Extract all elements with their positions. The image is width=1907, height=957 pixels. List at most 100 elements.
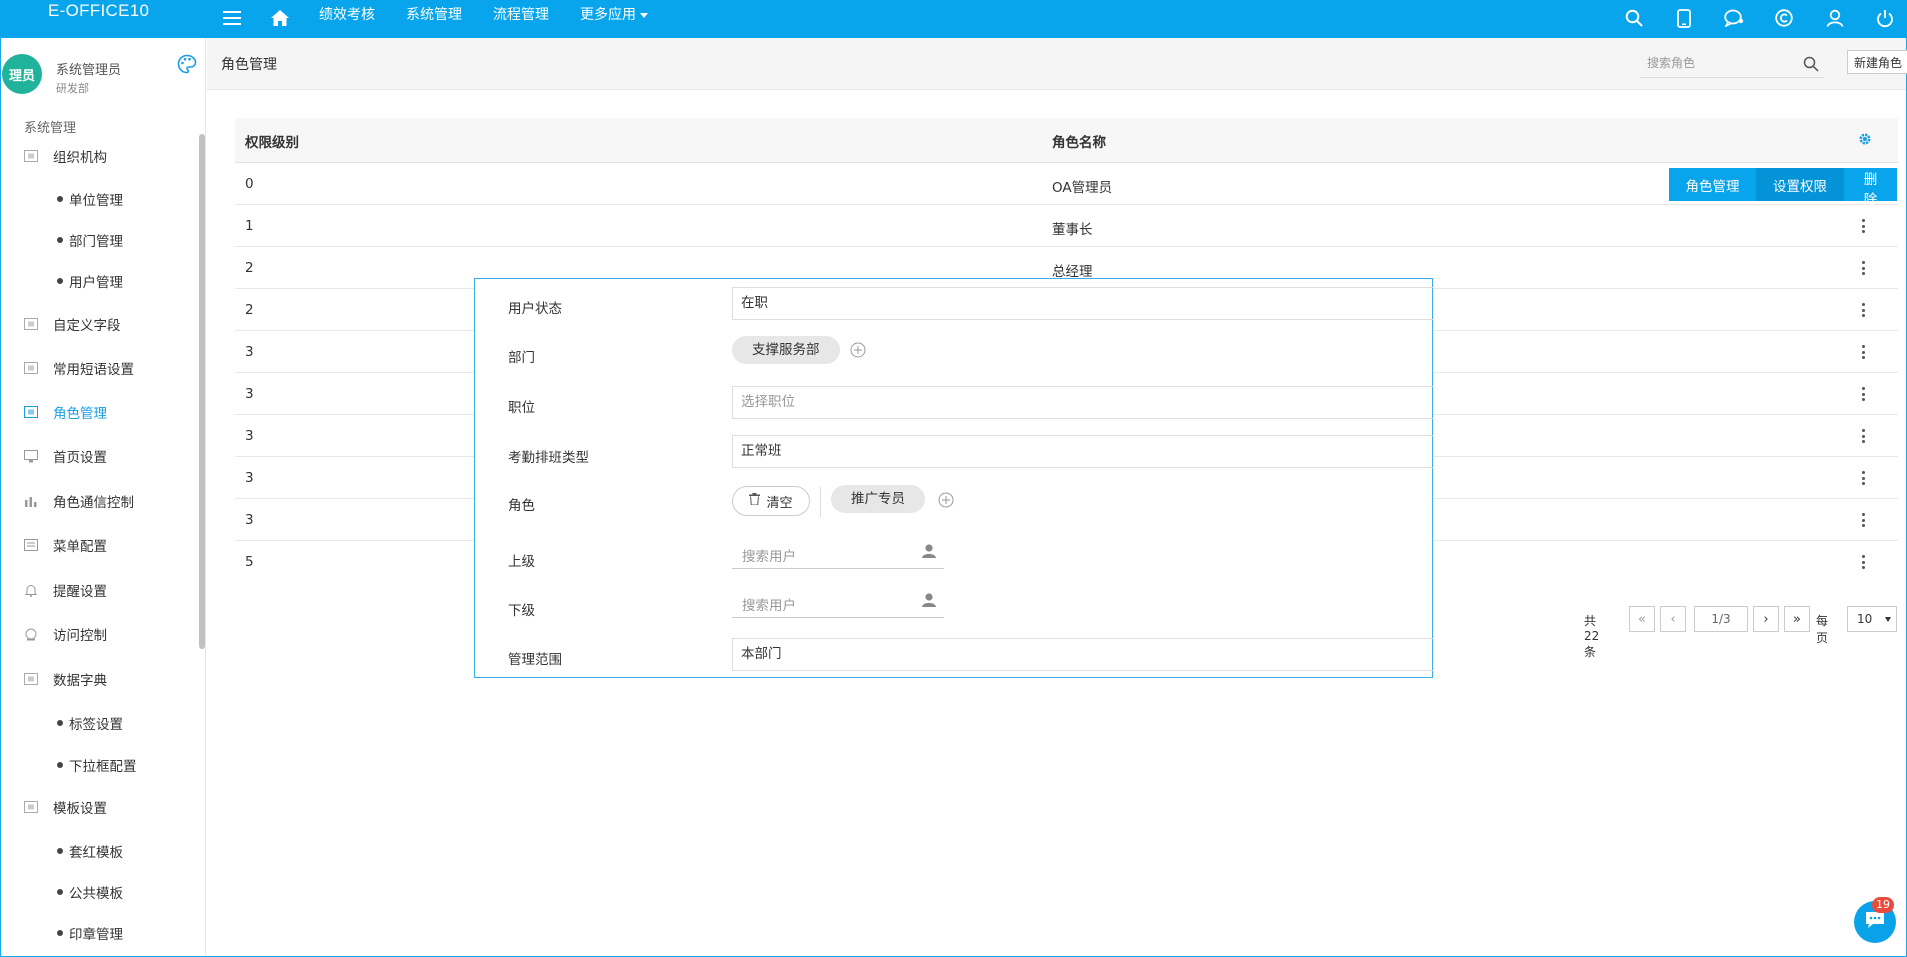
table-header: 权限级别 角色名称 [235,118,1898,163]
delete-button[interactable]: 删除 [1844,168,1897,208]
sidebar-item-roles[interactable]: 角色管理 [1,399,199,425]
more-vertical-icon[interactable] [1857,260,1869,276]
sidebar-item-homepage[interactable]: 首页设置 [1,443,199,469]
more-vertical-icon[interactable] [1857,386,1869,402]
palette-icon[interactable] [177,54,197,74]
sidebar-item-seals[interactable]: 印章管理 [1,921,199,945]
next-page-icon[interactable]: › [1753,606,1779,632]
power-icon[interactable] [1872,5,1898,31]
nav-more-apps[interactable]: 更多应用 [580,0,648,30]
sidebar-item-label: 单位管理 [69,193,123,209]
sidebar-item-red-templates[interactable]: 套红模板 [1,839,199,863]
nav-system-admin[interactable]: 系统管理 [406,0,462,30]
sidebar-item-org[interactable]: 组织机构 [1,143,199,169]
set-permission-button[interactable]: 设置权限 [1756,168,1844,201]
more-vertical-icon[interactable] [1857,344,1869,360]
row-actions: 角色管理 设置权限 删除 [1669,168,1897,208]
gear-icon[interactable] [1857,131,1873,147]
bullet-icon [57,930,63,936]
sidebar-item-label: 角色通信控制 [53,495,134,511]
attendance-field[interactable]: 正常班 [732,435,1434,468]
page-input[interactable]: 1/3 [1694,606,1748,632]
copyright-icon[interactable] [1771,5,1797,31]
position-field[interactable]: 选择职位 [732,386,1434,419]
role-search-input[interactable] [1647,53,1797,73]
user-department: 研发部 [56,82,89,95]
user-icon[interactable] [1822,5,1848,31]
add-department-icon[interactable] [850,342,866,358]
sidebar-item-public-templates[interactable]: 公共模板 [1,880,199,904]
sidebar-item-label: 套红模板 [69,845,123,861]
cell-role-name: 董事长 [1052,222,1093,238]
sidebar-item-label: 下拉框配置 [69,759,137,775]
sidebar-item-units[interactable]: 单位管理 [1,187,199,211]
search-icon[interactable] [1803,56,1819,72]
sidebar-item-label: 自定义字段 [53,318,121,334]
role-manage-button[interactable]: 角色管理 [1669,168,1756,201]
cell-role-name: OA管理员 [1052,180,1113,196]
role-label: 角色 [508,498,535,514]
prev-page-icon[interactable]: ‹ [1660,606,1686,632]
hamburger-icon[interactable] [219,5,245,31]
scope-field[interactable]: 本部门 [732,638,1434,671]
per-page-select[interactable]: 10 [1847,606,1897,632]
bell-icon [23,583,39,597]
sidebar-item-access-control[interactable]: 访问控制 [1,621,199,647]
more-vertical-icon[interactable] [1857,512,1869,528]
sidebar-item-templates[interactable]: 模板设置 [1,794,199,820]
superior-picker[interactable]: 搜索用户 [732,537,944,569]
sidebar-item-tags[interactable]: 标签设置 [1,711,199,735]
sidebar-item-menu-config[interactable]: 菜单配置 [1,532,199,558]
sidebar-item-label: 提醒设置 [53,584,107,600]
sidebar-item-label: 组织机构 [53,150,107,166]
more-vertical-icon[interactable] [1857,302,1869,318]
cell-level: 5 [245,554,254,570]
nav-performance[interactable]: 绩效考核 [319,0,375,30]
search-icon[interactable] [1621,5,1647,31]
module-icon [23,405,39,419]
page-header: 角色管理 新建角色 [207,38,1907,90]
more-vertical-icon[interactable] [1857,554,1869,570]
sidebar-item-reminders[interactable]: 提醒设置 [1,577,199,603]
brand-logo: E-OFFICE10 [48,1,150,20]
sidebar-item-phrases[interactable]: 常用短语设置 [1,355,199,381]
sidebar-item-users[interactable]: 用户管理 [1,269,199,293]
role-tag[interactable]: 推广专员 [831,485,925,513]
sidebar-item-departments[interactable]: 部门管理 [1,228,199,252]
user-icon [921,592,937,608]
sidebar-item-label: 角色管理 [53,406,107,422]
table-row[interactable]: 0 OA管理员 角色管理 设置权限 删除 [235,163,1898,208]
first-page-icon[interactable]: « [1629,606,1655,632]
sidebar-item-label: 模板设置 [53,801,107,817]
avatar[interactable]: 理员 [2,54,42,94]
user-edit-panel: 用户状态 在职 部门 支撑服务部 职位 选择职位 考勤排班类型 正常班 角色 清… [474,278,1434,678]
more-vertical-icon[interactable] [1857,470,1869,486]
sidebar-item-custom-fields[interactable]: 自定义字段 [1,311,199,337]
add-role-icon[interactable] [938,492,954,508]
more-vertical-icon[interactable] [1857,218,1869,234]
sidebar-item-dropdowns[interactable]: 下拉框配置 [1,753,199,777]
home-icon[interactable] [267,5,293,31]
new-role-button[interactable]: 新建角色 [1847,50,1907,74]
subordinate-label: 下级 [508,603,535,619]
clear-roles-button[interactable]: 清空 [732,486,810,516]
role-search [1639,48,1824,78]
sidebar-item-dictionary[interactable]: 数据字典 [1,666,199,692]
module-icon [23,317,39,331]
department-tag[interactable]: 支撑服务部 [732,336,840,364]
chat-icon[interactable] [1721,5,1747,31]
sidebar-scrollbar[interactable] [199,134,205,649]
sidebar-item-label: 印章管理 [69,927,123,943]
last-page-icon[interactable]: » [1784,606,1810,632]
chevron-down-icon [1885,617,1891,622]
table-row[interactable]: 1 董事长 [235,205,1898,247]
status-field[interactable]: 在职 [732,287,1434,320]
cell-level: 3 [245,428,254,444]
nav-workflow[interactable]: 流程管理 [493,0,549,30]
top-bar: E-OFFICE10 绩效考核 系统管理 流程管理 更多应用 [0,0,1907,38]
subordinate-picker[interactable]: 搜索用户 [732,586,944,618]
more-vertical-icon[interactable] [1857,428,1869,444]
bullet-icon [57,762,63,768]
mobile-icon[interactable] [1671,5,1697,31]
sidebar-item-role-comm[interactable]: 角色通信控制 [1,488,199,514]
